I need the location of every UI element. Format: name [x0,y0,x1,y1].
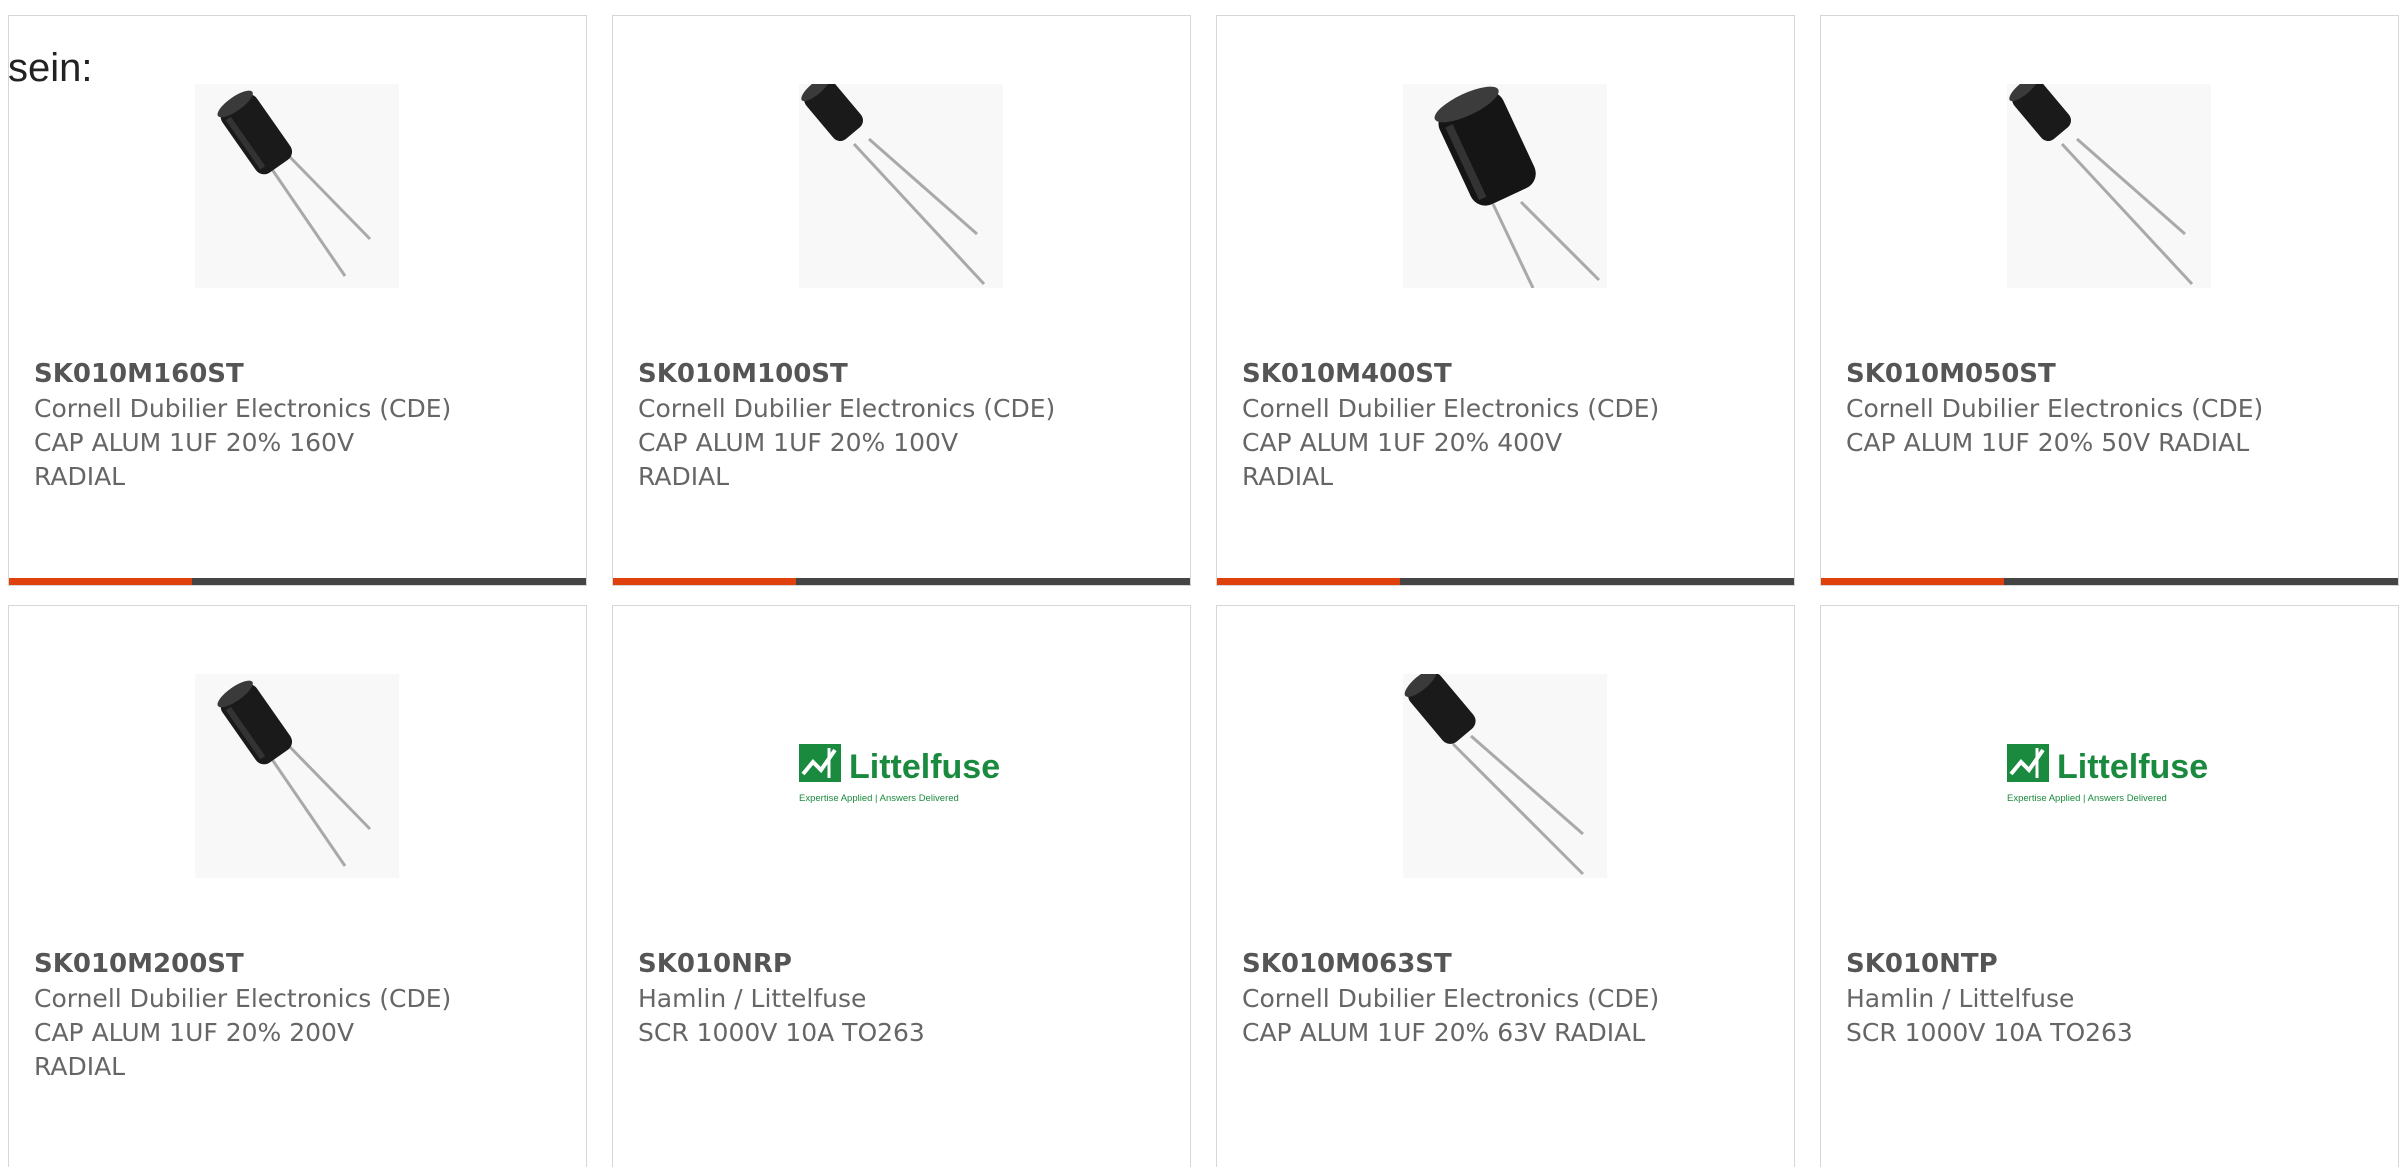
product-image[interactable] [2007,84,2211,288]
product-info: SK010M160ST Cornell Dubilier Electronics… [34,356,494,494]
product-card[interactable]: SK010M400ST Cornell Dubilier Electronics… [1216,15,1795,586]
part-number[interactable]: SK010M160ST [34,356,494,392]
manufacturer: Cornell Dubilier Electronics (CDE) [34,984,452,1013]
product-info: SK010M063ST Cornell Dubilier Electronics… [1242,946,1702,1050]
capacitor-image-graphic [1404,674,1585,876]
manufacturer: Hamlin / Littelfuse [638,984,867,1013]
card-accent-bar [1821,578,2004,585]
description-line-1: CAP ALUM 1UF 20% 400V [1242,428,1563,457]
logo-wordmark: Littelfuse [849,748,1000,786]
description-line-2: RADIAL [1242,462,1334,491]
product-card[interactable]: SK010M050ST Cornell Dubilier Electronics… [1820,15,2399,586]
product-card[interactable]: Littelfuse Expertise Applied | Answers D… [612,605,1191,1167]
manufacturer: Cornell Dubilier Electronics (CDE) [1846,394,2264,423]
product-image[interactable] [195,84,399,288]
capacitor-image-graphic [217,90,372,277]
product-image[interactable] [799,84,1003,288]
description-line-1: CAP ALUM 1UF 20% 200V [34,1018,355,1047]
capacitor-image-graphic [801,84,986,286]
description-line-1: CAP ALUM 1UF 20% 160V [34,428,355,457]
littelfuse-logo: Littelfuse Expertise Applied | Answers D… [799,744,1000,804]
description-line-2: RADIAL [34,1052,126,1081]
manufacturer: Cornell Dubilier Electronics (CDE) [34,394,452,423]
product-card[interactable]: SK010M100ST Cornell Dubilier Electronics… [612,15,1191,586]
part-number[interactable]: SK010M400ST [1242,356,1702,392]
manufacturer: Cornell Dubilier Electronics (CDE) [638,394,1056,423]
logo-tagline: Expertise Applied | Answers Delivered [2007,793,2167,804]
card-bottom-bar [613,578,1190,585]
product-image[interactable]: Littelfuse Expertise Applied | Answers D… [799,674,1003,878]
logo-tagline: Expertise Applied | Answers Delivered [799,793,959,804]
card-bottom-bar [1821,578,2398,585]
product-card[interactable]: SK010M063ST Cornell Dubilier Electronics… [1216,605,1795,1167]
intro-text: sein: [8,46,93,90]
description-line-1: SCR 1000V 10A TO263 [1846,1018,2133,1047]
card-accent-bar [1217,578,1400,585]
card-accent-bar [613,578,796,585]
part-number[interactable]: SK010M063ST [1242,946,1702,982]
product-image[interactable]: Littelfuse Expertise Applied | Answers D… [2007,674,2211,878]
product-info: SK010NTP Hamlin / Littelfuse SCR 1000V 1… [1846,946,2306,1050]
product-results-page: sein: SK010M160ST Cornell Dubilier Elect… [0,0,2400,1167]
manufacturer: Hamlin / Littelfuse [1846,984,2075,1013]
product-card[interactable]: SK010M200ST Cornell Dubilier Electronics… [8,605,587,1167]
product-info: SK010M050ST Cornell Dubilier Electronics… [1846,356,2306,460]
manufacturer: Cornell Dubilier Electronics (CDE) [1242,984,1660,1013]
description-line-2: RADIAL [34,462,126,491]
description-line-1: CAP ALUM 1UF 20% 63V RADIAL [1242,1018,1646,1047]
product-info: SK010NRP Hamlin / Littelfuse SCR 1000V 1… [638,946,1098,1050]
product-info: SK010M200ST Cornell Dubilier Electronics… [34,946,494,1084]
part-number[interactable]: SK010M200ST [34,946,494,982]
card-bottom-bar [9,578,586,585]
part-number[interactable]: SK010M050ST [1846,356,2306,392]
logo-wordmark: Littelfuse [2057,748,2208,786]
product-info: SK010M400ST Cornell Dubilier Electronics… [1242,356,1702,494]
part-number[interactable]: SK010NRP [638,946,1098,982]
product-card[interactable]: Littelfuse Expertise Applied | Answers D… [1820,605,2399,1167]
capacitor-image-graphic [1434,86,1601,288]
description-line-2: RADIAL [638,462,730,491]
product-image[interactable] [1403,674,1607,878]
product-info: SK010M100ST Cornell Dubilier Electronics… [638,356,1098,494]
part-number[interactable]: SK010M100ST [638,356,1098,392]
product-image[interactable] [195,674,399,878]
product-image[interactable] [1403,84,1607,288]
product-card[interactable]: SK010M160ST Cornell Dubilier Electronics… [8,15,587,586]
capacitor-image-graphic [2009,84,2194,286]
manufacturer: Cornell Dubilier Electronics (CDE) [1242,394,1660,423]
description-line-1: CAP ALUM 1UF 20% 100V [638,428,959,457]
description-line-1: SCR 1000V 10A TO263 [638,1018,925,1047]
description-line-1: CAP ALUM 1UF 20% 50V RADIAL [1846,428,2250,457]
littelfuse-logo: Littelfuse Expertise Applied | Answers D… [2007,744,2208,804]
card-bottom-bar [1217,578,1794,585]
capacitor-image-graphic [217,680,372,867]
product-grid: SK010M160ST Cornell Dubilier Electronics… [8,15,2400,1167]
card-accent-bar [9,578,192,585]
part-number[interactable]: SK010NTP [1846,946,2306,982]
